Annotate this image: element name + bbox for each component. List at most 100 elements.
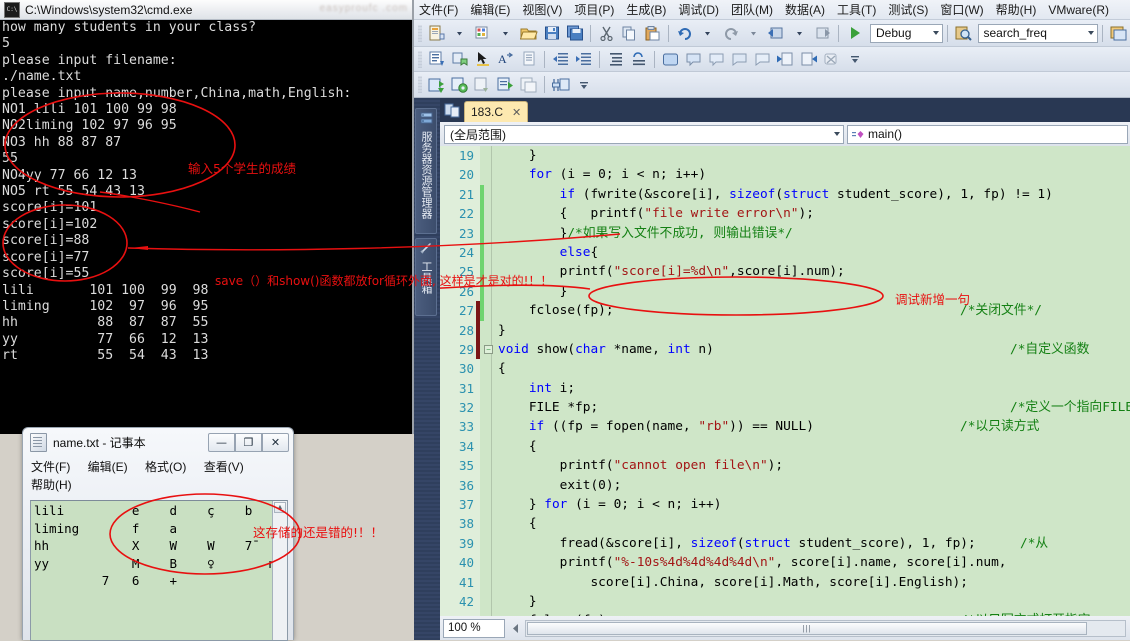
vs-menu-help[interactable]: 帮助(H) [996,1,1037,18]
build-run-icon[interactable] [495,74,516,95]
comment-balloon-add-icon[interactable] [706,49,727,70]
code-line[interactable]: 19 } [440,146,1130,166]
vs-menu-team[interactable]: 团队(M) [731,1,773,18]
toggle-bookmark-icon[interactable] [449,49,470,70]
add-new-item-icon[interactable] [472,23,493,44]
vs-menu-build[interactable]: 生成(B) [626,1,666,18]
close-icon[interactable]: ✕ [512,106,521,119]
breakpoint-window-icon[interactable] [660,49,681,70]
code-line[interactable]: 35 printf("cannot open file\n"); [440,456,1130,476]
cancel-build-icon[interactable] [518,74,539,95]
code-line[interactable]: 22 { printf("file write error\n"); [440,204,1130,224]
window-layout-icon[interactable] [1108,23,1129,44]
code-line[interactable]: 28} [440,320,1130,340]
horizontal-scrollbar-thumb[interactable]: ||| [527,621,1087,635]
code-line[interactable]: 42 } [440,591,1130,612]
horizontal-scrollbar[interactable]: ||| [525,619,1126,637]
solution-explorer-icon[interactable] [444,102,461,119]
chevron-down-icon[interactable] [743,23,764,44]
collapse-toggle-icon[interactable]: − [484,345,493,355]
scroll-left-arrow[interactable] [509,621,523,636]
clear-bookmarks-icon[interactable] [821,49,842,70]
toolbar-grip[interactable] [418,76,422,93]
vs-menu-view[interactable]: 视图(V) [522,1,562,18]
notepad-text-area[interactable]: lili e d ç b liming f a hh X W W 7̄ yy M… [30,500,288,641]
comment-prev-icon[interactable] [729,49,750,70]
code-line[interactable]: 41 score[i].China, score[i].Math, score[… [440,572,1130,592]
open-file-icon[interactable] [518,23,539,44]
uncomment-lines-icon[interactable] [628,49,649,70]
chevron-down-icon[interactable] [697,23,718,44]
comment-next-icon[interactable] [752,49,773,70]
code-line[interactable]: 33 if ((fp = fopen(name, "rb")) == NULL)… [440,417,1130,437]
rebuild-icon[interactable] [472,74,493,95]
minimize-button[interactable]: — [208,432,235,452]
code-line[interactable]: 37 } for (i = 0; i < n; i++) [440,495,1130,515]
code-line[interactable]: 29− void show(char *name, int n) /*自定义函数 [440,339,1130,360]
zoom-level-combo[interactable]: 100 % [443,618,505,638]
code-line[interactable]: 30 { [440,359,1130,379]
start-debug-icon[interactable] [844,23,865,44]
increase-indent-icon[interactable] [573,49,594,70]
font-size-icon[interactable]: A [495,49,516,70]
vs-menu-data[interactable]: 数据(A) [785,1,825,18]
configuration-manager-icon[interactable] [550,74,571,95]
member-combo[interactable]: main() [847,124,1128,144]
display-results-icon[interactable] [426,49,447,70]
scroll-up-arrow[interactable]: ▲ [274,502,286,513]
navigate-backward-icon[interactable] [766,23,787,44]
cursor-select-icon[interactable] [472,49,493,70]
code-line[interactable]: 27 fclose(fp); /*关闭文件*/ [440,301,1130,321]
save-icon[interactable] [541,23,562,44]
notepad-menu-format[interactable]: 格式(O) [145,458,186,476]
comment-lines-icon[interactable] [605,49,626,70]
code-line[interactable]: 39 fread(&score[i], sizeof(struct studen… [440,533,1130,554]
copy-icon[interactable] [619,23,640,44]
toolbar-grip[interactable] [418,24,422,42]
chevron-down-icon[interactable] [449,23,470,44]
comment-balloon-icon[interactable] [683,49,704,70]
code-line[interactable]: 24 else{ [440,242,1130,263]
notepad-menu-file[interactable]: 文件(F) [31,458,70,476]
code-line[interactable]: 31 int i; [440,378,1130,399]
code-line[interactable]: 40 printf("%-10s%4d%4d%4d%4d\n", score[i… [440,553,1130,573]
toolbar-overflow-icon[interactable] [844,49,865,70]
code-line[interactable]: 36 exit(0); [440,475,1130,496]
undo-icon[interactable] [674,23,695,44]
vs-menu-file[interactable]: 文件(F) [419,1,458,18]
compile-icon[interactable] [426,74,447,95]
code-line[interactable]: 21 if (fwrite(&score[i], sizeof(struct s… [440,184,1130,205]
navigate-forward-icon[interactable] [812,23,833,44]
next-bookmark-icon[interactable] [798,49,819,70]
toolbar-grip[interactable] [418,50,422,68]
save-all-icon[interactable] [564,23,585,44]
editor-tab-183c[interactable]: 183.C ✕ [464,101,529,122]
vs-menu-vmware[interactable]: VMware(R) [1048,3,1109,17]
maximize-button[interactable]: ❐ [235,432,262,452]
notepad-menu-edit[interactable]: 编辑(E) [88,458,128,476]
code-editor[interactable]: 19 } 20 for (i = 0; i < n; i++) 21 if (fwr… [440,146,1130,616]
code-line[interactable]: 20 for (i = 0; i < n; i++) [440,165,1130,185]
close-button[interactable]: ✕ [262,432,289,452]
search-input[interactable]: search_freq [977,23,1098,43]
scope-combo[interactable]: (全局范围) [444,124,844,144]
vs-menu-test[interactable]: 测试(S) [888,1,928,18]
decrease-indent-icon[interactable] [550,49,571,70]
chevron-down-icon[interactable] [789,23,810,44]
new-project-icon[interactable] [426,23,447,44]
toolbar-overflow-icon[interactable] [573,74,594,95]
vs-menu-tools[interactable]: 工具(T) [837,1,876,18]
redo-icon[interactable] [720,23,741,44]
vs-menu-edit[interactable]: 编辑(E) [470,1,510,18]
chevron-down-icon[interactable] [495,23,516,44]
find-in-files-icon[interactable] [953,23,974,44]
code-line[interactable]: 38 { [440,514,1130,534]
vs-menu-window[interactable]: 窗口(W) [940,1,983,18]
notepad-menu-view[interactable]: 查看(V) [204,458,244,476]
vs-menu-project[interactable]: 项目(P) [574,1,614,18]
code-line[interactable]: 34 { [440,436,1130,457]
code-line[interactable]: 32 FILE *fp; /*定义一个指向FILE类 [440,398,1130,418]
sidebar-tab-server-explorer[interactable]: 服务器资源管理器 [415,108,437,234]
comment-block-icon[interactable] [518,49,539,70]
vs-menu-debug[interactable]: 调试(D) [678,1,719,18]
